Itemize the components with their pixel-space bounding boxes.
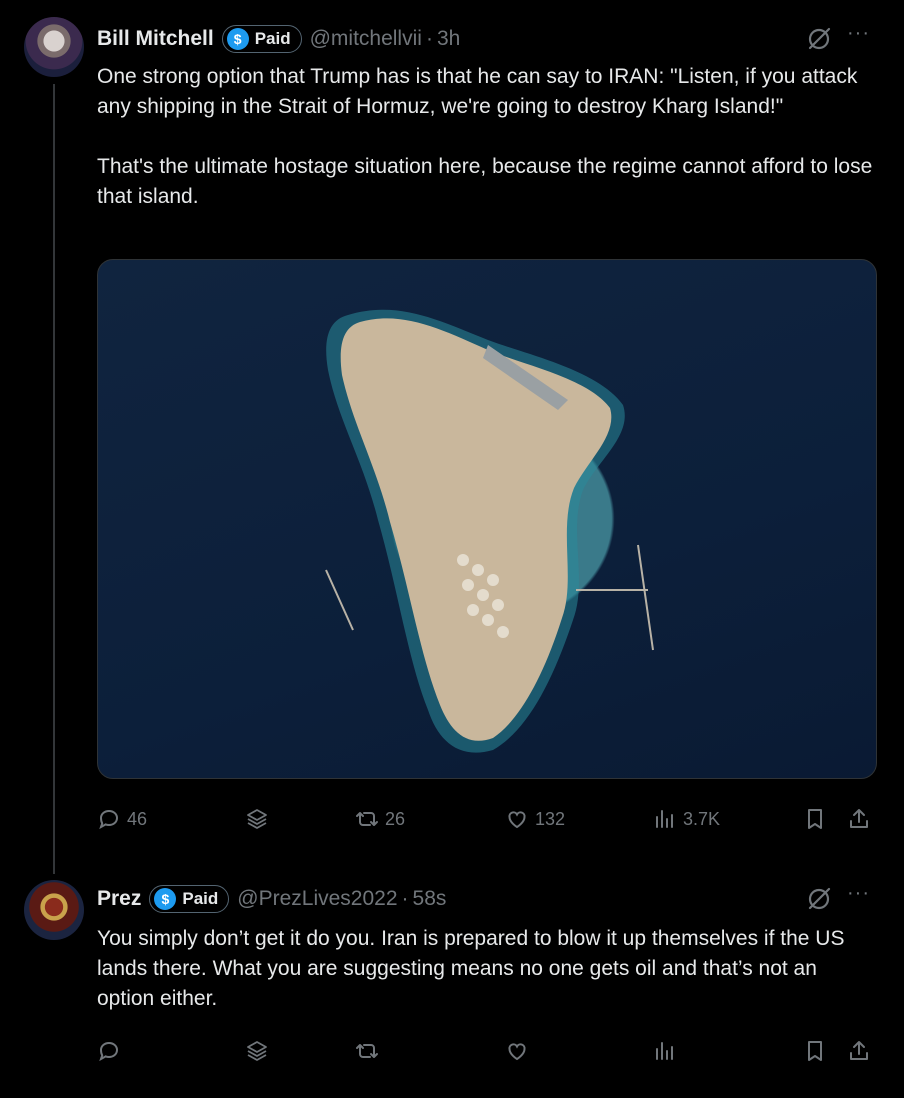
timestamp[interactable]: 58s — [413, 887, 447, 911]
tweet-prezlives2022[interactable]: Prez $ Paid @PrezLives2022 · 58s ··· You… — [0, 860, 904, 1098]
views-icon — [656, 1042, 673, 1060]
retweet-button[interactable]: 26 — [355, 807, 405, 831]
separator: · — [425, 27, 433, 50]
grok-icon[interactable] — [806, 886, 832, 912]
more-icon[interactable]: ··· — [847, 882, 870, 905]
like-button[interactable] — [505, 1039, 529, 1063]
like-icon — [508, 811, 526, 829]
paid-badge[interactable]: $ Paid — [221, 25, 302, 53]
avatar[interactable] — [24, 17, 84, 77]
tweet-actions — [97, 1039, 877, 1069]
grok-stack-icon — [247, 809, 267, 829]
share-button[interactable] — [847, 1039, 871, 1063]
share-icon — [850, 1041, 868, 1060]
reply-button[interactable]: 46 — [97, 807, 147, 831]
tweet-header: Bill Mitchell $ Paid @mitchellvii · 3h — [97, 22, 460, 56]
dollar-badge-icon: $ — [226, 28, 249, 50]
tweet-header: Prez $ Paid @PrezLives2022 · 58s — [97, 882, 446, 916]
reply-button[interactable] — [97, 1039, 121, 1063]
views-icon — [656, 810, 673, 828]
reply-count: 46 — [127, 808, 148, 829]
reply-icon — [99, 809, 119, 830]
like-count: 132 — [535, 808, 566, 829]
paid-badge-label: Paid — [182, 889, 219, 908]
bookmark-button[interactable] — [803, 807, 827, 831]
grok-icon[interactable] — [806, 26, 832, 52]
display-name[interactable]: Prez — [97, 887, 141, 911]
grok-stack-button[interactable] — [245, 807, 269, 831]
views-count: 3.7K — [683, 808, 721, 829]
grok-stack-icon — [247, 1041, 267, 1061]
like-button[interactable]: 132 — [505, 807, 565, 831]
tweet-text: You simply don’t get it do you. Iran is … — [97, 927, 851, 1010]
display-name[interactable]: Bill Mitchell — [97, 27, 214, 51]
user-handle[interactable]: @mitchellvii — [310, 27, 422, 51]
avatar[interactable] — [24, 880, 84, 940]
reply-icon — [99, 1041, 119, 1062]
share-button[interactable] — [847, 807, 871, 831]
tweet-mitchellvii[interactable]: Bill Mitchell $ Paid @mitchellvii · 3h ·… — [0, 0, 904, 860]
bookmark-button[interactable] — [803, 1039, 827, 1063]
retweet-button[interactable] — [355, 1039, 379, 1063]
tweet-actions: 46 26 132 3.7K — [97, 807, 877, 837]
paid-badge-label: Paid — [254, 29, 291, 48]
dollar-badge-icon: $ — [154, 888, 177, 910]
bookmark-icon — [808, 809, 822, 829]
user-handle[interactable]: @PrezLives2022 — [237, 887, 397, 911]
views-button[interactable]: 3.7K — [653, 807, 720, 831]
timestamp[interactable]: 3h — [437, 27, 460, 51]
bookmark-icon — [808, 1041, 822, 1061]
tweet-text: One strong option that Trump has is that… — [97, 65, 873, 208]
retweet-icon — [356, 812, 378, 826]
retweet-count: 26 — [385, 808, 406, 829]
more-icon[interactable]: ··· — [847, 22, 870, 45]
tweet-image-satellite-island[interactable] — [97, 259, 877, 779]
paid-badge[interactable]: $ Paid — [149, 885, 230, 913]
retweet-icon — [356, 1044, 378, 1058]
grok-stack-button[interactable] — [245, 1039, 269, 1063]
views-button[interactable] — [653, 1039, 677, 1063]
island-image — [325, 309, 654, 753]
share-icon — [850, 809, 868, 828]
like-icon — [508, 1043, 526, 1061]
separator: · — [401, 887, 409, 910]
